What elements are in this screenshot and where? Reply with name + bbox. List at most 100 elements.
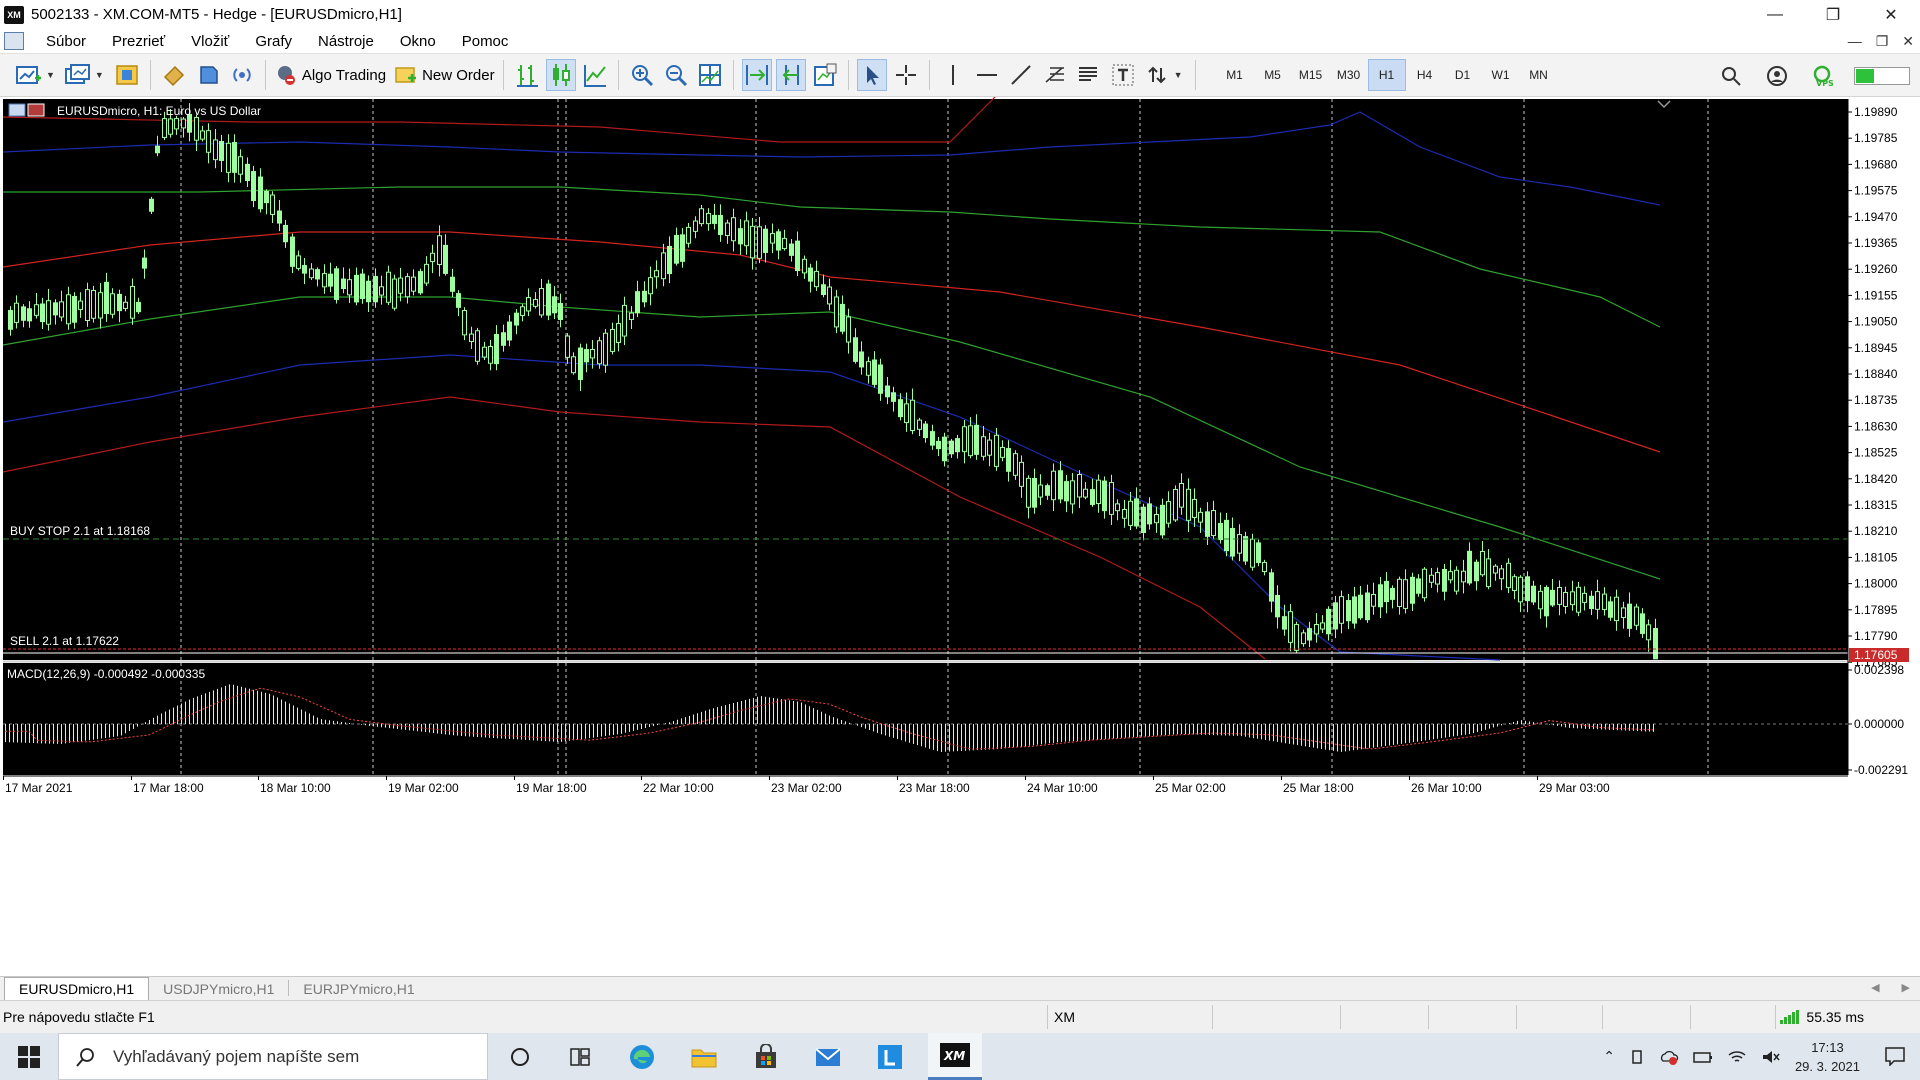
- mdi-restore-button[interactable]: ❐: [1876, 33, 1889, 50]
- horizontal-line-icon[interactable]: [972, 59, 1002, 91]
- bar-chart-icon[interactable]: [512, 59, 542, 91]
- show-hidden-icons-icon[interactable]: ⌃: [1603, 1048, 1615, 1065]
- menu-grafy[interactable]: Grafy: [245, 33, 308, 50]
- tab-usdjpymicro-h1[interactable]: USDJPYmicro,H1: [149, 978, 288, 1000]
- candle-body: [334, 268, 339, 300]
- metaeditor-icon[interactable]: [193, 59, 223, 91]
- candle-body: [213, 139, 218, 161]
- profiles-dropdown-icon[interactable]: ▼: [95, 70, 104, 80]
- ping-indicator[interactable]: 55.35 ms: [1780, 1009, 1864, 1025]
- auto-scroll-icon[interactable]: [741, 59, 772, 91]
- time-tick-label: 23 Mar 18:00: [899, 781, 970, 795]
- timeframe-m5[interactable]: M5: [1254, 59, 1292, 91]
- cortana-icon[interactable]: [496, 1033, 544, 1080]
- task-view-icon[interactable]: [556, 1033, 604, 1080]
- zoom-in-icon[interactable]: [627, 59, 657, 91]
- taskbar-clock[interactable]: 17:13 29. 3. 2021: [1795, 1038, 1860, 1076]
- timeframe-w1[interactable]: W1: [1482, 59, 1520, 91]
- wifi-icon[interactable]: [1727, 1049, 1747, 1065]
- timeframe-m30[interactable]: M30: [1330, 59, 1368, 91]
- candle-body: [1384, 580, 1389, 603]
- arrows-icon[interactable]: [1142, 59, 1172, 91]
- crosshair-icon[interactable]: [891, 59, 921, 91]
- candle-body: [1486, 558, 1491, 588]
- algo-trading-icon: [277, 66, 295, 85]
- text-icon[interactable]: [1108, 59, 1138, 91]
- timeframe-m1[interactable]: M1: [1216, 59, 1254, 91]
- xm-mt5-taskbar-icon[interactable]: XM: [928, 1033, 982, 1080]
- candle-body: [757, 226, 762, 259]
- candle-body: [1333, 602, 1338, 630]
- strategy-tester-icon[interactable]: [159, 59, 189, 91]
- mdi-close-button[interactable]: ✕: [1902, 33, 1914, 50]
- candle-body: [258, 176, 263, 210]
- mail-icon[interactable]: [804, 1033, 852, 1080]
- price-tick-label: 1.19575: [1854, 184, 1898, 198]
- taskbar-search-box[interactable]: Vyhľadávaný pojem napíšte sem: [58, 1033, 488, 1080]
- menu-pomoc[interactable]: Pomoc: [452, 33, 525, 50]
- price-chart[interactable]: BUY STOP 2.1 at 1.18168 SELL 2.1 at 1.176…: [0, 97, 1920, 976]
- candle-body: [200, 130, 205, 140]
- market-watch-icon[interactable]: [112, 59, 142, 91]
- volume-muted-icon[interactable]: [1761, 1049, 1781, 1065]
- l-app-icon[interactable]: [866, 1033, 914, 1080]
- timeframe-h1[interactable]: H1: [1367, 59, 1406, 91]
- tab-scroll-right-icon[interactable]: ▶: [1902, 981, 1910, 994]
- chart-window-icon[interactable]: [4, 32, 24, 50]
- new-chart-dropdown-icon[interactable]: ▼: [46, 70, 55, 80]
- minimize-button[interactable]: —: [1746, 0, 1804, 29]
- candle-body: [1640, 613, 1645, 634]
- menu-okno[interactable]: Okno: [390, 33, 452, 50]
- timeframe-d1[interactable]: D1: [1444, 59, 1482, 91]
- zoom-out-icon[interactable]: [661, 59, 691, 91]
- file-explorer-icon[interactable]: [680, 1033, 728, 1080]
- timeframe-m15[interactable]: M15: [1292, 59, 1330, 91]
- menu-vlozit[interactable]: Vložiť: [181, 33, 245, 50]
- profiles-icon[interactable]: [63, 59, 93, 91]
- signals-icon[interactable]: [227, 59, 257, 91]
- account-icon[interactable]: [1762, 60, 1792, 92]
- timeframe-mn[interactable]: MN: [1520, 59, 1558, 91]
- tab-eurjpymicro-h1[interactable]: EURJPYmicro,H1: [289, 978, 428, 1000]
- usb-device-icon[interactable]: [1629, 1049, 1645, 1065]
- mdi-minimize-button[interactable]: —: [1848, 33, 1862, 49]
- candle-body: [1128, 500, 1133, 526]
- objects-dropdown-icon[interactable]: ▼: [1174, 70, 1183, 80]
- candle-body: [1070, 480, 1075, 505]
- trendline-icon[interactable]: [1006, 59, 1036, 91]
- close-button[interactable]: ✕: [1862, 0, 1920, 29]
- vps-icon[interactable]: VPS: [1808, 60, 1838, 92]
- candlestick-chart-icon[interactable]: [545, 59, 576, 91]
- candle-body: [1243, 536, 1248, 562]
- notifications-icon[interactable]: [1884, 1046, 1906, 1069]
- chart-header-label: EURUSDmicro, H1: Euro vs US Dollar: [57, 104, 261, 118]
- windows-start-button[interactable]: [0, 1033, 58, 1080]
- line-chart-icon[interactable]: [580, 59, 610, 91]
- cursor-icon[interactable]: [856, 59, 887, 91]
- new-chart-icon[interactable]: [14, 59, 44, 91]
- tab-eurusdmicro-h1[interactable]: EURUSDmicro,H1: [4, 977, 150, 1000]
- tile-windows-icon[interactable]: [695, 59, 725, 91]
- timeframe-h4[interactable]: H4: [1406, 59, 1444, 91]
- menu-prezriet[interactable]: Prezrieť: [102, 33, 181, 50]
- search-icon[interactable]: [1716, 60, 1746, 92]
- candle-body: [1595, 591, 1600, 610]
- candle-body: [1147, 503, 1152, 525]
- battery-icon[interactable]: [1693, 1050, 1713, 1064]
- fibonacci-icon[interactable]: [1040, 59, 1070, 91]
- store-icon[interactable]: [742, 1033, 790, 1080]
- vertical-line-icon[interactable]: [938, 59, 968, 91]
- channels-icon[interactable]: [1074, 59, 1104, 91]
- candle-body: [590, 348, 595, 359]
- new-order-button[interactable]: New Order: [394, 59, 495, 91]
- edge-browser-icon[interactable]: [618, 1033, 666, 1080]
- templates-icon[interactable]: [810, 59, 840, 91]
- algo-trading-button[interactable]: Algo Trading: [274, 59, 386, 91]
- chart-shift-icon[interactable]: [775, 59, 806, 91]
- chart-window[interactable]: BUY STOP 2.1 at 1.18168 SELL 2.1 at 1.176…: [0, 97, 1920, 976]
- menu-nastroje[interactable]: Nástroje: [308, 33, 390, 50]
- restore-button[interactable]: ❐: [1804, 0, 1862, 29]
- cloud-error-icon[interactable]: [1659, 1049, 1679, 1065]
- tab-scroll-left-icon[interactable]: ◀: [1871, 981, 1879, 994]
- menu-subor[interactable]: Súbor: [36, 33, 102, 50]
